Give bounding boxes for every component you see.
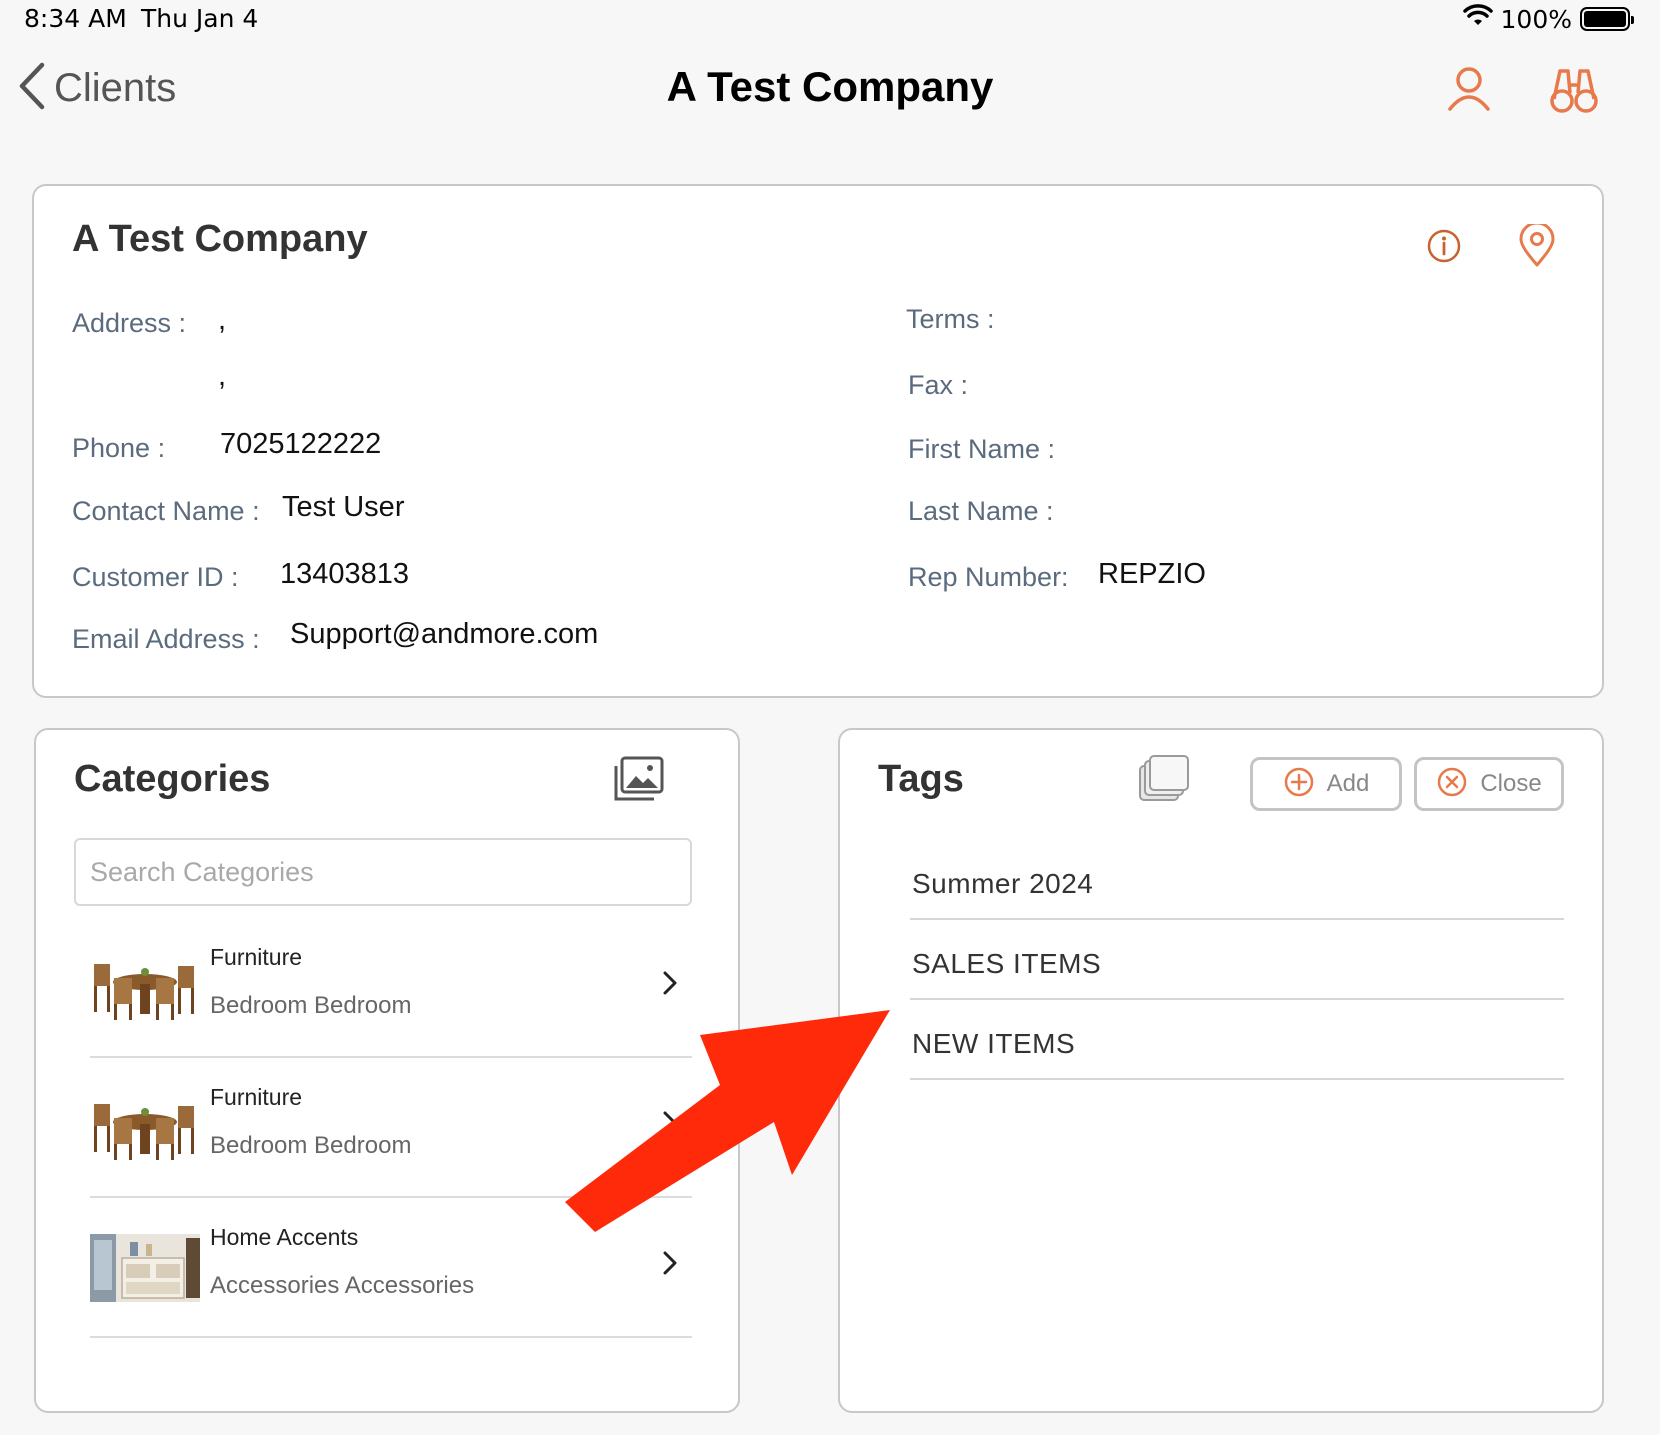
tag-label: Summer 2024 <box>912 868 1094 899</box>
location-pin-icon[interactable] <box>1518 221 1556 272</box>
category-name: Furniture <box>210 944 303 970</box>
rep-number-label: Rep Number: <box>908 562 1069 592</box>
contact-name-value: Test User <box>282 491 405 523</box>
binoculars-icon[interactable] <box>1550 65 1598 119</box>
add-tag-button[interactable]: Add <box>1250 757 1402 811</box>
stacked-layers-icon[interactable] <box>1136 752 1192 810</box>
address-label: Address : <box>72 308 187 338</box>
info-icon[interactable] <box>1426 228 1462 268</box>
category-subtitle: Bedroom Bedroom <box>210 992 412 1019</box>
category-row[interactable]: Furniture Bedroom Bedroom <box>90 1058 692 1198</box>
rep-number-value: REPZIO <box>1098 558 1206 590</box>
room-interior-image <box>90 1234 200 1302</box>
navigation-bar: A Test Company Clients <box>0 45 1660 135</box>
category-name: Furniture <box>210 1084 303 1110</box>
close-label: Close <box>1480 770 1542 797</box>
dining-set-image <box>90 954 200 1022</box>
plus-circle-icon <box>1283 766 1315 802</box>
terms-label: Terms : <box>906 304 995 334</box>
phone-value[interactable]: 7025122222 <box>220 428 381 461</box>
category-row[interactable]: Furniture Bedroom Bedroom <box>90 918 692 1058</box>
categories-card: Categories Furniture <box>34 728 740 1413</box>
category-subtitle: Accessories Accessories <box>210 1272 475 1299</box>
tags-card: Tags Add Close Summer 2024 SALES ITEMS N… <box>838 728 1604 1413</box>
address-line-2: , <box>218 360 227 392</box>
search-categories-input[interactable] <box>74 838 692 906</box>
battery-percent: 100% <box>1500 4 1572 34</box>
tag-item[interactable]: Summer 2024 <box>910 840 1564 920</box>
tag-label: NEW ITEMS <box>912 1028 1076 1059</box>
image-gallery-icon[interactable] <box>612 756 664 806</box>
category-name: Home Accents <box>210 1224 359 1250</box>
email-value[interactable]: Support@andmore.com <box>290 618 598 651</box>
client-info-card: A Test Company Address : , , Phone : 702… <box>32 184 1604 698</box>
chevron-right-icon <box>662 1110 678 1140</box>
close-tags-button[interactable]: Close <box>1414 757 1564 811</box>
tag-item[interactable]: NEW ITEMS <box>910 1000 1564 1080</box>
back-button[interactable]: Clients <box>14 61 176 115</box>
back-label: Clients <box>54 65 177 110</box>
wifi-icon <box>1462 4 1493 34</box>
chevron-left-icon <box>14 61 48 115</box>
tag-item[interactable]: SALES ITEMS <box>910 920 1564 1000</box>
category-row[interactable]: Home Accents Accessories Accessories <box>90 1198 692 1338</box>
status-date: Thu Jan 4 <box>141 4 259 33</box>
customer-id-label: Customer ID : <box>72 562 239 592</box>
phone-label: Phone : <box>72 433 166 463</box>
categories-title: Categories <box>74 758 271 800</box>
category-subtitle: Bedroom Bedroom <box>210 1132 412 1159</box>
tags-title: Tags <box>878 758 964 800</box>
first-name-label: First Name : <box>908 434 1056 464</box>
last-name-label: Last Name : <box>908 496 1054 526</box>
close-circle-icon <box>1436 766 1468 802</box>
client-name: A Test Company <box>72 218 368 260</box>
customer-id-value: 13403813 <box>280 558 410 590</box>
status-time: 8:34 AM <box>24 4 127 33</box>
status-right: 100% <box>1462 4 1634 34</box>
dining-set-image <box>90 1094 200 1162</box>
user-icon[interactable] <box>1446 65 1492 115</box>
chevron-right-icon <box>662 970 678 1000</box>
email-label: Email Address : <box>72 624 260 654</box>
chevron-right-icon <box>662 1250 678 1280</box>
add-label: Add <box>1326 770 1370 797</box>
status-bar: 8:34 AM Thu Jan 4 100% <box>0 0 1660 40</box>
fax-label: Fax : <box>908 370 969 400</box>
page-title: A Test Company <box>666 63 994 110</box>
contact-name-label: Contact Name : <box>72 496 260 526</box>
address-line-1: , <box>218 304 227 336</box>
battery-icon <box>1580 7 1634 31</box>
tag-label: SALES ITEMS <box>912 948 1102 979</box>
